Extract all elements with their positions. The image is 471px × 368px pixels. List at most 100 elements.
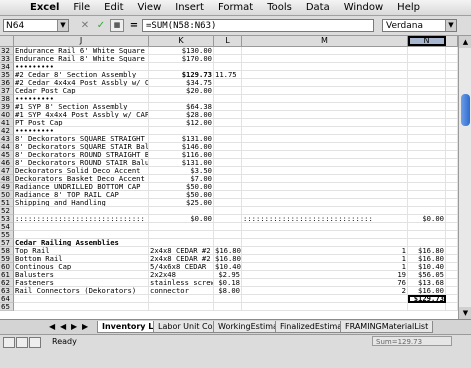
cell-o41[interactable]: [446, 119, 458, 127]
apple-icon[interactable]: [8, 2, 20, 14]
cell-m59[interactable]: 1: [242, 255, 408, 263]
cell-m52[interactable]: [242, 207, 408, 215]
cell-k45[interactable]: $116.00: [149, 151, 214, 159]
cell-o61[interactable]: [446, 271, 458, 279]
normal-view-icon[interactable]: [3, 337, 15, 348]
cell-k55[interactable]: [149, 231, 214, 239]
cell-j43[interactable]: 8' Deckorators SQUARE STRAIGHT Ba: [14, 135, 149, 143]
cell-j35[interactable]: #2 Cedar 8' Section Assembly: [14, 71, 149, 79]
cell-o51[interactable]: [446, 199, 458, 207]
cell-k62[interactable]: stainless screws: [149, 279, 214, 287]
font-select[interactable]: Verdana ▼: [382, 19, 457, 32]
cell-o46[interactable]: [446, 159, 458, 167]
cell-n48[interactable]: [408, 175, 446, 183]
row-header[interactable]: 61: [0, 271, 14, 279]
cell-m46[interactable]: [242, 159, 408, 167]
cell-o34[interactable]: [446, 63, 458, 71]
row-header[interactable]: 65: [0, 303, 14, 311]
row-header[interactable]: 38: [0, 95, 14, 103]
menu-edit[interactable]: Edit: [104, 2, 123, 13]
cell-l48[interactable]: [214, 175, 242, 183]
cell-k51[interactable]: $25.00: [149, 199, 214, 207]
cell-k60[interactable]: 5/4x6x8 CEDAR: [149, 263, 214, 271]
cell-l36[interactable]: [214, 79, 242, 87]
cell-m36[interactable]: [242, 79, 408, 87]
menu-excel[interactable]: Excel: [30, 2, 59, 13]
page-layout-view-icon[interactable]: [16, 337, 28, 348]
cell-m43[interactable]: [242, 135, 408, 143]
row-header[interactable]: 49: [0, 183, 14, 191]
cell-m62[interactable]: 76: [242, 279, 408, 287]
page-break-view-icon[interactable]: [29, 337, 41, 348]
cell-o33[interactable]: [446, 55, 458, 63]
cell-j60[interactable]: Continous Cap: [14, 263, 149, 271]
cell-k42[interactable]: [149, 127, 214, 135]
cell-l63[interactable]: $8.00: [214, 287, 242, 295]
cell-o55[interactable]: [446, 231, 458, 239]
cell-l43[interactable]: [214, 135, 242, 143]
cell-n53[interactable]: $0.00: [408, 215, 446, 223]
cell-m35[interactable]: [242, 71, 408, 79]
column-header-k[interactable]: K: [149, 36, 214, 46]
cell-k32[interactable]: $130.00: [149, 47, 214, 55]
row-header[interactable]: 52: [0, 207, 14, 215]
cell-n46[interactable]: [408, 159, 446, 167]
cell-o59[interactable]: [446, 255, 458, 263]
prev-sheet-icon[interactable]: ◀: [60, 322, 66, 332]
cell-m60[interactable]: 1: [242, 263, 408, 271]
cell-j37[interactable]: Cedar Post Cap: [14, 87, 149, 95]
cell-l55[interactable]: [214, 231, 242, 239]
cell-n47[interactable]: [408, 167, 446, 175]
column-header-m[interactable]: M: [242, 36, 408, 46]
cell-k58[interactable]: 2x4x8 CEDAR #2: [149, 247, 214, 255]
chevron-down-icon[interactable]: ▼: [445, 20, 456, 31]
cell-m44[interactable]: [242, 143, 408, 151]
cell-n59[interactable]: $16.80: [408, 255, 446, 263]
cell-m34[interactable]: [242, 63, 408, 71]
cell-k46[interactable]: $131.00: [149, 159, 214, 167]
cell-o58[interactable]: [446, 247, 458, 255]
row-header[interactable]: 63: [0, 287, 14, 295]
row-header[interactable]: 60: [0, 263, 14, 271]
next-sheet-icon[interactable]: ▶: [71, 322, 77, 332]
menu-tools[interactable]: Tools: [267, 2, 292, 13]
cell-j62[interactable]: Fasteners: [14, 279, 149, 287]
cell-l47[interactable]: [214, 167, 242, 175]
cell-n37[interactable]: [408, 87, 446, 95]
cell-n64[interactable]: $129.73: [408, 295, 446, 303]
cell-o50[interactable]: [446, 191, 458, 199]
column-header-n[interactable]: N: [408, 36, 446, 46]
menu-window[interactable]: Window: [344, 2, 383, 13]
row-header[interactable]: 53: [0, 215, 14, 223]
cell-m45[interactable]: [242, 151, 408, 159]
cell-k39[interactable]: $64.38: [149, 103, 214, 111]
cell-k65[interactable]: [149, 303, 214, 311]
cell-k47[interactable]: $3.50: [149, 167, 214, 175]
cell-l42[interactable]: [214, 127, 242, 135]
cell-n58[interactable]: $16.80: [408, 247, 446, 255]
cell-n32[interactable]: [408, 47, 446, 55]
cell-k49[interactable]: $50.00: [149, 183, 214, 191]
equals-button[interactable]: =: [127, 19, 141, 32]
column-header-l[interactable]: L: [214, 36, 242, 46]
cell-n45[interactable]: [408, 151, 446, 159]
cell-l65[interactable]: [214, 303, 242, 311]
row-header[interactable]: 42: [0, 127, 14, 135]
cell-k53[interactable]: $0.00: [149, 215, 214, 223]
cell-k41[interactable]: $12.00: [149, 119, 214, 127]
cell-n61[interactable]: $56.05: [408, 271, 446, 279]
cell-n44[interactable]: [408, 143, 446, 151]
cell-n33[interactable]: [408, 55, 446, 63]
cell-k57[interactable]: [149, 239, 214, 247]
cell-j64[interactable]: [14, 295, 149, 303]
cell-l33[interactable]: [214, 55, 242, 63]
cell-j53[interactable]: ::::::::::::::::::::::::::::::: [14, 215, 149, 223]
row-header[interactable]: 44: [0, 143, 14, 151]
cell-n49[interactable]: [408, 183, 446, 191]
cell-j59[interactable]: Bottom Rail: [14, 255, 149, 263]
cell-j32[interactable]: Endurance Rail 6' White Square STAIF: [14, 47, 149, 55]
cell-o65[interactable]: [446, 303, 458, 311]
cell-o37[interactable]: [446, 87, 458, 95]
cell-n35[interactable]: [408, 71, 446, 79]
cell-j33[interactable]: Endurance Rail 8' White Square STAIR: [14, 55, 149, 63]
